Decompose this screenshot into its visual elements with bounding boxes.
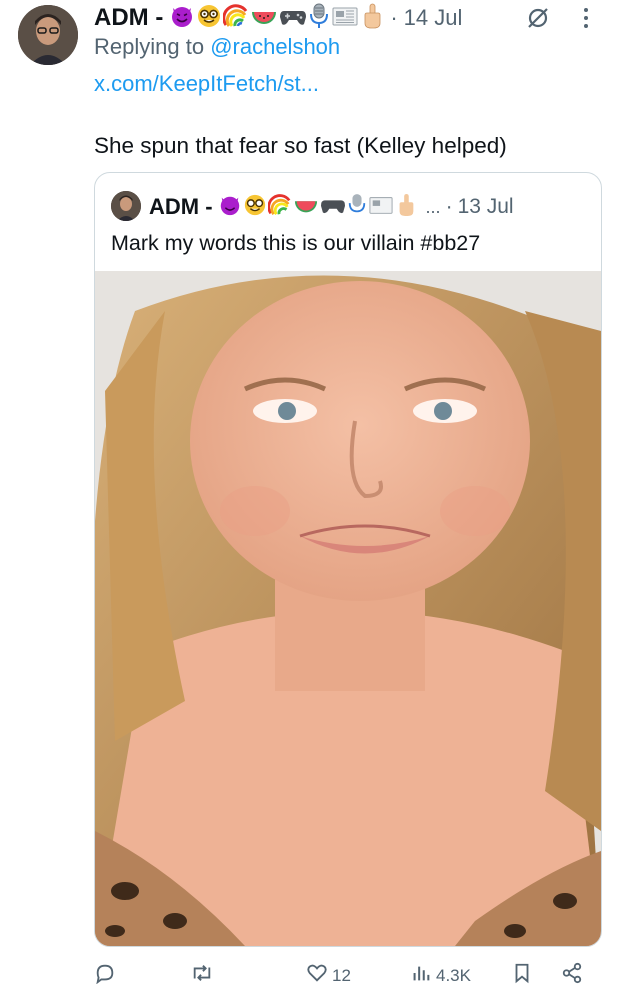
quoted-author-avatar[interactable] bbox=[111, 191, 141, 221]
more-options-icon[interactable] bbox=[579, 4, 593, 32]
rainbow-emoji-icon bbox=[266, 193, 292, 222]
bar-chart-icon bbox=[410, 962, 432, 989]
retweet-icon bbox=[190, 962, 214, 989]
tweet-header: ADM - · 14 Jul bbox=[94, 3, 462, 33]
microphone-emoji-icon bbox=[308, 2, 330, 35]
quoted-timestamp[interactable]: 13 Jul bbox=[458, 195, 514, 219]
microphone-emoji-icon bbox=[347, 192, 367, 223]
tweet-actions: 12 4.3K bbox=[94, 958, 594, 994]
replying-handle[interactable]: @rachelshoh bbox=[210, 34, 340, 59]
nerd-face-emoji-icon bbox=[243, 193, 267, 222]
author-name[interactable]: ADM - bbox=[94, 4, 163, 32]
newspaper-emoji-icon bbox=[368, 193, 394, 222]
game-controller-emoji-icon bbox=[320, 193, 346, 222]
grok-icon[interactable] bbox=[526, 6, 550, 30]
bookmark-icon bbox=[512, 962, 532, 989]
quoted-tweet-card[interactable]: ADM - ... · 13 Jul Mark my words this is… bbox=[94, 172, 602, 947]
tweet-link[interactable]: x.com/KeepItFetch/st... bbox=[94, 71, 319, 97]
quoted-tweet-photo[interactable] bbox=[95, 271, 601, 946]
tweet-timestamp[interactable]: 14 Jul bbox=[404, 5, 463, 31]
author-avatar[interactable] bbox=[18, 5, 78, 65]
bookmark-button[interactable] bbox=[512, 962, 532, 989]
replying-to: Replying to @rachelshoh bbox=[94, 34, 340, 60]
watermelon-emoji-icon bbox=[293, 193, 319, 222]
quoted-header: ADM - ... · 13 Jul bbox=[149, 191, 514, 223]
tweet-text: She spun that fear so fast (Kelley helpe… bbox=[94, 133, 507, 158]
quoted-author-name[interactable]: ADM - bbox=[149, 194, 213, 220]
replying-prefix: Replying to bbox=[94, 34, 211, 59]
like-button[interactable]: 12 bbox=[306, 962, 351, 989]
speech-bubble-icon bbox=[94, 962, 116, 989]
smiling-devil-emoji-icon bbox=[218, 193, 242, 222]
newspaper-emoji-icon bbox=[331, 3, 359, 34]
quoted-tweet-text: Mark my words this is our villain #bb27 bbox=[111, 231, 481, 255]
like-count: 12 bbox=[332, 965, 351, 985]
share-button[interactable] bbox=[560, 962, 584, 989]
rainbow-emoji-icon bbox=[222, 3, 249, 34]
name-emojis bbox=[169, 2, 384, 35]
views-count: 4.3K bbox=[436, 965, 471, 985]
game-controller-emoji-icon bbox=[279, 3, 307, 34]
reply-button[interactable] bbox=[94, 962, 116, 989]
quoted-name-ellipsis: ... bbox=[425, 196, 441, 217]
smiling-devil-emoji-icon bbox=[169, 3, 195, 34]
share-icon bbox=[560, 962, 584, 989]
watermelon-emoji-icon bbox=[250, 3, 278, 34]
retweet-button[interactable] bbox=[190, 962, 214, 989]
heart-icon bbox=[306, 962, 328, 989]
quoted-separator-dot: · bbox=[445, 195, 453, 218]
middle-finger-emoji-icon bbox=[360, 2, 384, 35]
quoted-name-emojis bbox=[218, 192, 417, 223]
views-button[interactable]: 4.3K bbox=[410, 962, 471, 989]
nerd-face-emoji-icon bbox=[196, 3, 222, 34]
separator-dot: · bbox=[390, 5, 398, 30]
middle-finger-emoji-icon bbox=[395, 192, 417, 223]
